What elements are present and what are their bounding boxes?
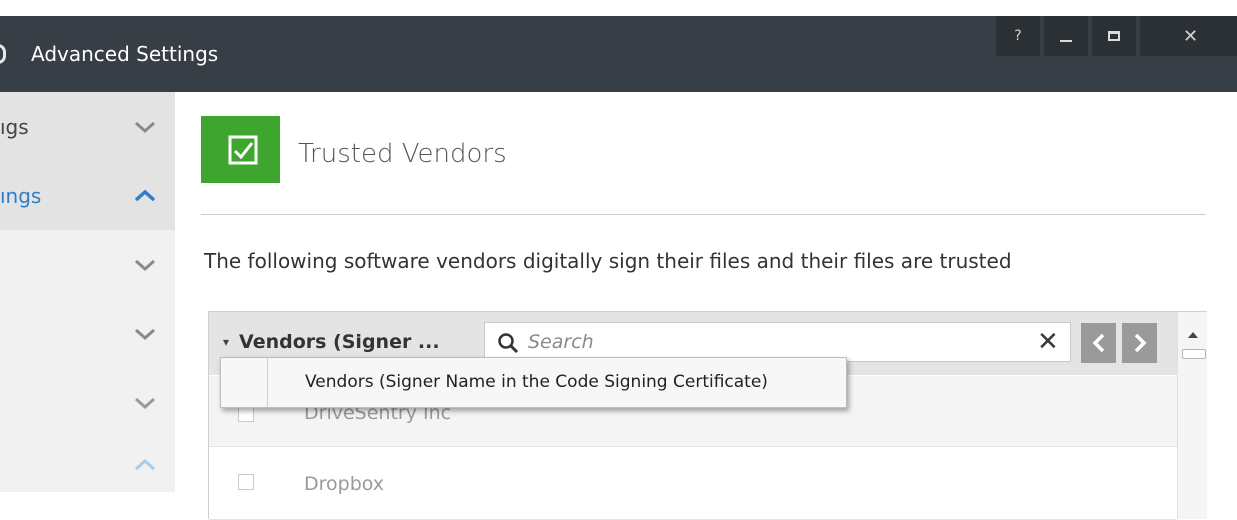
sidebar-item-label: ıgs (0, 114, 29, 139)
scrollbar[interactable] (1177, 312, 1207, 519)
column-header-label: Vendors (Signer ... (239, 331, 440, 353)
scroll-thumb[interactable] (1182, 349, 1206, 359)
sidebar-item-4[interactable] (0, 299, 175, 368)
search-icon (497, 332, 519, 358)
row-checkbox[interactable] (238, 406, 254, 422)
maximize-icon (1108, 31, 1120, 41)
chevron-down-icon[interactable] (133, 395, 157, 411)
chevron-right-icon (1134, 333, 1146, 353)
window-title: Advanced Settings (31, 42, 219, 66)
search-input[interactable]: Search ✕ (484, 322, 1071, 362)
page-title: Trusted Vendors (298, 139, 507, 169)
help-button[interactable]: ? (996, 16, 1040, 56)
title-bar: Advanced Settings ? ✕ (0, 16, 1237, 92)
sidebar-item-5[interactable] (0, 368, 175, 437)
dropdown-checkbox-column[interactable] (221, 358, 268, 407)
dropdown-option[interactable]: Vendors (Signer Name in the Code Signing… (305, 372, 768, 392)
row-checkbox[interactable] (238, 474, 254, 490)
close-button[interactable]: ✕ (1140, 16, 1237, 56)
next-button[interactable] (1122, 323, 1157, 363)
chevron-up-icon[interactable] (133, 188, 157, 204)
chevron-down-icon[interactable] (133, 119, 157, 135)
vendor-name: Dropbox (304, 473, 385, 495)
chevron-down-icon: ▾ (223, 335, 230, 349)
minimize-icon (1060, 40, 1072, 42)
sidebar-item-1[interactable]: ıgs (0, 92, 175, 161)
header-divider (201, 214, 1206, 215)
sidebar: ıgs ıngs (0, 92, 175, 492)
column-selector[interactable]: ▾ Vendors (Signer ... (223, 331, 440, 353)
maximize-button[interactable] (1092, 16, 1136, 56)
clear-search-icon[interactable]: ✕ (1037, 327, 1059, 357)
table-row[interactable]: Dropbox (209, 447, 1177, 520)
minimize-button[interactable] (1044, 16, 1088, 56)
vendors-table: ▾ Vendors (Signer ... Search ✕ DriveSent… (208, 311, 1207, 520)
trusted-vendors-icon (201, 116, 280, 183)
chevron-up-icon[interactable] (133, 457, 157, 473)
search-placeholder: Search (528, 331, 594, 353)
scroll-up-icon[interactable] (1187, 324, 1199, 343)
sidebar-item-6[interactable] (0, 437, 175, 492)
chevron-down-icon[interactable] (133, 326, 157, 342)
app-logo-icon (0, 44, 6, 64)
chevron-left-icon (1092, 333, 1104, 353)
page-description: The following software vendors digitally… (204, 249, 1012, 273)
previous-button[interactable] (1081, 323, 1116, 363)
sidebar-item-label: ıngs (0, 183, 42, 208)
chevron-down-icon[interactable] (133, 257, 157, 273)
sidebar-item-2[interactable]: ıngs (0, 161, 175, 230)
column-dropdown-menu: Vendors (Signer Name in the Code Signing… (220, 357, 847, 408)
sidebar-item-3[interactable] (0, 230, 175, 299)
